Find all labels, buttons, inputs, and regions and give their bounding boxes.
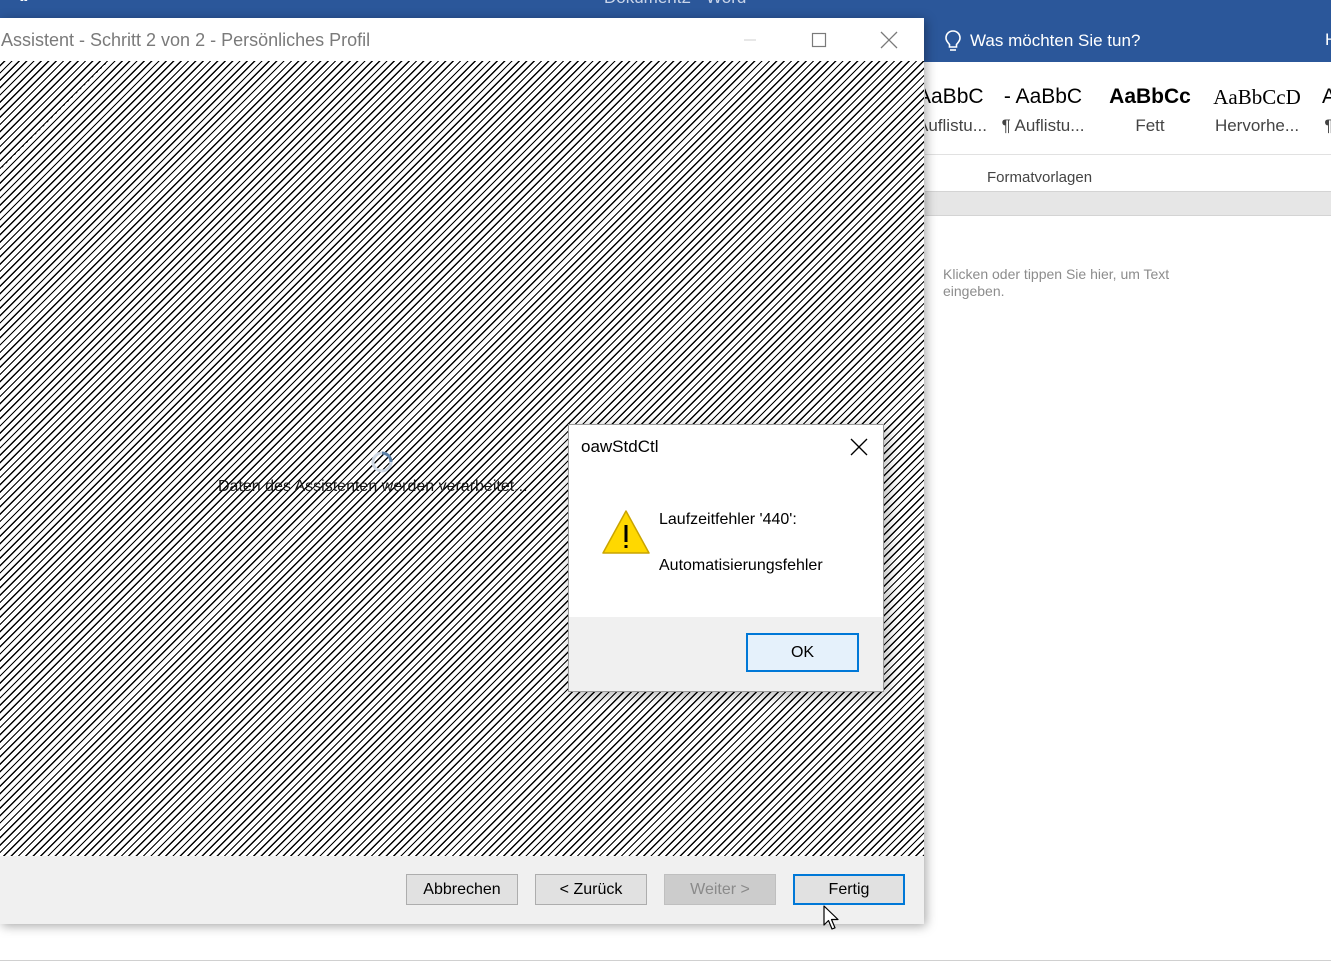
styles-gallery: AaBbC Auflistu... - AaBbC ¶ Auflistu... … [925, 62, 1331, 192]
style-item-clipped[interactable]: A ¶ [1319, 82, 1331, 136]
ribbon-separator [925, 154, 1331, 155]
error-dialog: oawStdCtl Laufzeitfehler '440': Automati… [568, 424, 884, 692]
dialog-title: oawStdCtl [581, 437, 659, 456]
finish-button[interactable]: Fertig [793, 874, 905, 905]
tell-me-label: Was möchten Sie tun? [970, 31, 1141, 50]
tell-me-box[interactable]: Was möchten Sie tun? [944, 28, 1140, 54]
document-divider [0, 960, 1331, 961]
style-item-auflistung-1[interactable]: AaBbC Auflistu... [925, 82, 987, 136]
minimize-icon [744, 39, 756, 40]
processing-message: Daten des Assistenten werden verarbeitet… [218, 478, 528, 495]
styles-group-label: Formatvorlagen [987, 169, 1093, 186]
close-icon [880, 31, 898, 48]
error-description-text: Automatisierungsfehler [659, 557, 823, 574]
word-window-title: Dokument2 - Word [604, 0, 746, 8]
lightbulb-icon [945, 30, 961, 51]
close-window-button[interactable] [859, 18, 919, 61]
ruler [925, 191, 1331, 216]
wizard-titlebar[interactable]: Assistent - Schritt 2 von 2 - Persönlich… [0, 18, 924, 61]
maximize-icon [811, 32, 827, 47]
ok-button[interactable]: OK [746, 633, 859, 672]
style-item-fett[interactable]: AaBbCc Fett [1103, 82, 1197, 136]
cancel-button[interactable]: Abbrechen [406, 874, 518, 905]
style-item-auflistung-2[interactable]: - AaBbC ¶ Auflistu... [995, 82, 1091, 136]
close-icon [850, 438, 868, 456]
warning-icon [602, 510, 650, 554]
maximize-button[interactable] [789, 18, 849, 61]
loading-spinner-icon [371, 451, 393, 473]
titlebar-clipped-text: H [1325, 30, 1331, 50]
wizard-title: Assistent - Schritt 2 von 2 - Persönlich… [1, 30, 371, 50]
mouse-cursor-icon [823, 905, 839, 930]
next-button: Weiter > [664, 874, 776, 905]
document-placeholder-text[interactable]: Klicken oder tippen Sie hier, um Text ei… [943, 266, 1203, 300]
quick-access-icon[interactable]: ▪▪ [20, 0, 44, 6]
minimize-button[interactable] [720, 18, 780, 61]
error-code-text: Laufzeitfehler '440': [659, 511, 797, 528]
back-button[interactable]: < Zurück [535, 874, 647, 905]
dialog-close-button[interactable] [841, 433, 877, 461]
style-item-hervorhebung[interactable]: AaBbCcD Hervorhe... [1211, 82, 1303, 136]
